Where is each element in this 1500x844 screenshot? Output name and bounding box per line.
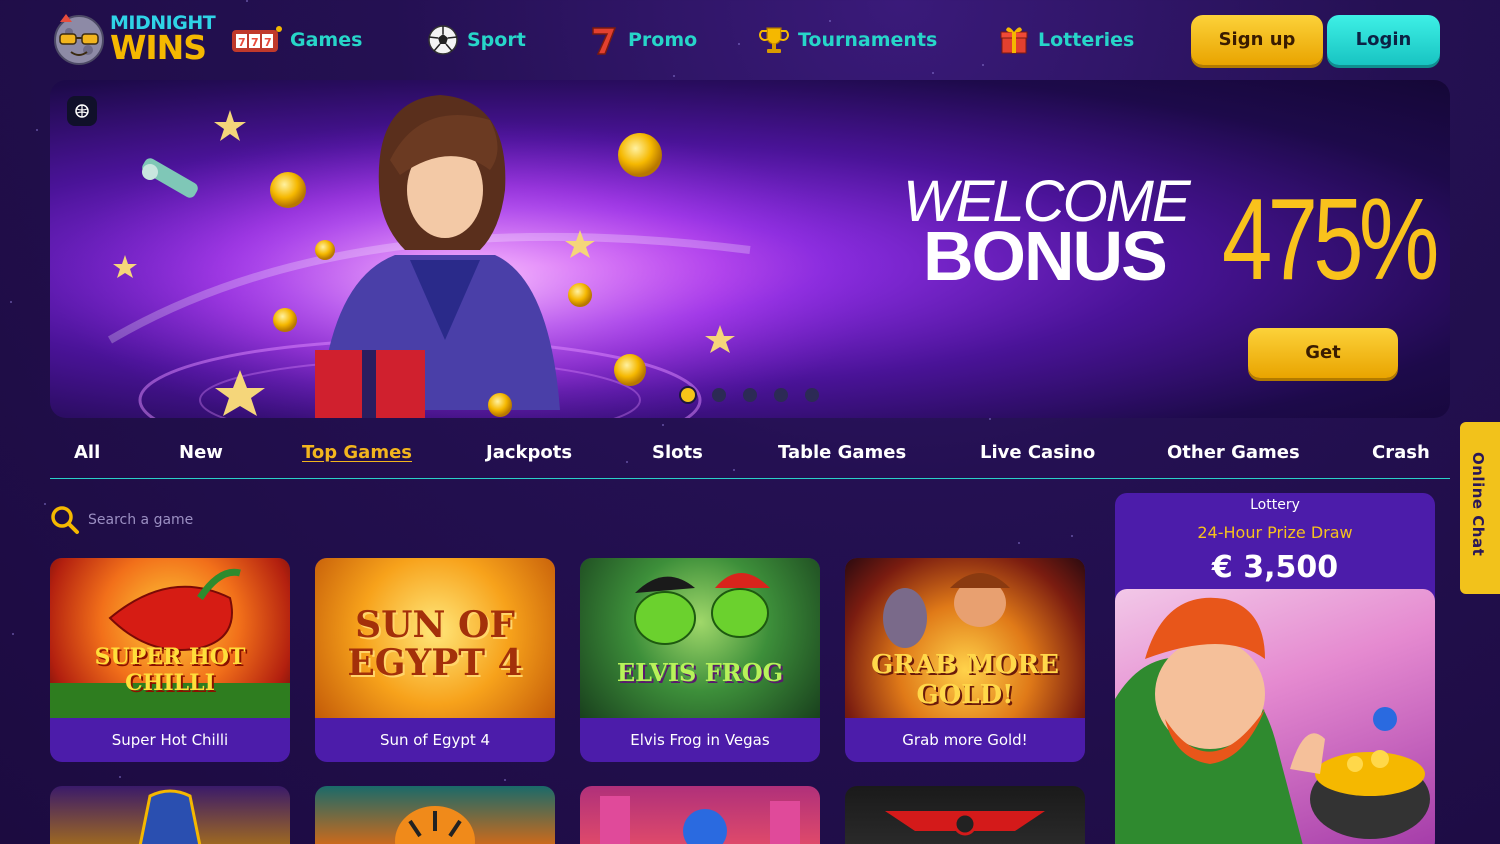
- get-bonus-button[interactable]: Get: [1248, 328, 1398, 378]
- game-art-logo: ELVIS FROG: [616, 658, 784, 687]
- game-title: Grab more Gold!: [902, 731, 1028, 749]
- nav-item-games[interactable]: 7 7 7 Games: [230, 24, 362, 56]
- banner-bonus-text: BONUS: [923, 217, 1168, 295]
- game-category-tabs: All New Top Games Jackpots Slots Table G…: [50, 430, 1450, 479]
- search-icon[interactable]: [50, 505, 80, 535]
- search-input[interactable]: [88, 512, 428, 528]
- welcome-bonus-banner[interactable]: WELCOME BONUS 475% Get: [50, 80, 1450, 418]
- tab-all[interactable]: All: [74, 442, 100, 463]
- moon-mascot-icon: [54, 14, 104, 65]
- online-chat-tab[interactable]: Online Chat: [1460, 422, 1500, 594]
- soccer-ball-icon: [428, 25, 458, 55]
- sign-up-button[interactable]: Sign up: [1191, 15, 1323, 65]
- game-art-logo: SUN OF EGYPT 4: [347, 604, 523, 684]
- site-header: MIDNIGHT WINS 7 7 7 Games Sport Promo To…: [0, 0, 1500, 80]
- background-star: [1018, 542, 1020, 544]
- nav-label-sport: Sport: [467, 29, 526, 51]
- background-star: [1071, 535, 1073, 537]
- nav-label-promo: Promo: [628, 29, 698, 51]
- game-card-elvis-frog-in-vegas[interactable]: ELVIS FROG Elvis Frog in Vegas: [580, 558, 820, 762]
- background-star: [662, 424, 664, 426]
- carousel-dot[interactable]: [743, 388, 757, 402]
- background-star: [36, 129, 38, 131]
- carousel-dot[interactable]: [774, 388, 788, 402]
- game-card-grab-more-gold[interactable]: GRAB MORE GOLD! Grab more Gold!: [845, 558, 1085, 762]
- leprechaun-art: [1115, 597, 1430, 844]
- carousel-dots: [681, 388, 819, 402]
- nav-label-tournaments: Tournaments: [798, 29, 938, 51]
- nav-item-lotteries[interactable]: Lotteries: [998, 24, 1134, 56]
- lucky-seven-icon: [592, 27, 617, 55]
- logo-text-wins: WINS: [110, 28, 207, 67]
- background-star: [504, 779, 506, 781]
- online-chat-label: Online Chat: [1469, 452, 1487, 557]
- lottery-prize-amount: € 3,500: [1211, 550, 1339, 585]
- game-thumbnail: SUN OF EGYPT 4: [315, 558, 555, 718]
- nav-label-games: Games: [290, 29, 363, 51]
- game-card-tiger[interactable]: [315, 786, 555, 844]
- lottery-label: Lottery: [1250, 497, 1300, 513]
- genie-art: [600, 796, 800, 844]
- svg-text:7: 7: [264, 36, 272, 49]
- background-star: [989, 418, 991, 420]
- tab-jackpots[interactable]: Jackpots: [486, 442, 572, 463]
- game-title: Sun of Egypt 4: [379, 731, 491, 749]
- midnight-wins-logo[interactable]: MIDNIGHT WINS: [52, 10, 222, 70]
- game-title: Super Hot Chilli: [111, 731, 229, 749]
- game-search: [50, 502, 450, 538]
- lottery-card[interactable]: Lottery 24-Hour Prize Draw € 3,500: [1115, 493, 1435, 844]
- tab-crash[interactable]: Crash: [1372, 442, 1430, 463]
- tiger-art: [395, 806, 475, 844]
- red-drone-art: [885, 811, 1045, 836]
- frog-characters-art: [634, 573, 770, 645]
- nav-label-lotteries: Lotteries: [1038, 29, 1135, 51]
- tab-slots[interactable]: Slots: [652, 442, 703, 463]
- brain-icon[interactable]: [67, 96, 97, 126]
- background-star: [44, 503, 46, 505]
- tab-top-games[interactable]: Top Games: [302, 442, 412, 463]
- game-thumbnail: GRAB MORE GOLD!: [845, 558, 1085, 718]
- background-star: [119, 776, 121, 778]
- carousel-dot[interactable]: [681, 388, 695, 402]
- game-card-super-hot-chilli[interactable]: SUPER HOT CHILLI Super Hot Chilli: [50, 558, 290, 762]
- tab-new[interactable]: New: [179, 442, 223, 463]
- login-button[interactable]: Login: [1327, 15, 1440, 65]
- game-title: Elvis Frog in Vegas: [630, 731, 770, 749]
- lottery-name: 24-Hour Prize Draw: [1197, 523, 1353, 542]
- svg-text:7: 7: [251, 36, 259, 49]
- lottery-image: [1115, 589, 1435, 844]
- trophy-icon: [759, 27, 789, 53]
- nav-item-sport[interactable]: Sport: [427, 24, 526, 56]
- svg-text:7: 7: [238, 36, 246, 49]
- game-art-logo: GRAB MORE GOLD!: [871, 650, 1059, 710]
- tab-other-games[interactable]: Other Games: [1167, 442, 1300, 463]
- background-star: [12, 633, 14, 635]
- game-thumbnail: SUPER HOT CHILLI: [50, 558, 290, 718]
- game-card-genie[interactable]: [580, 786, 820, 844]
- nav-item-tournaments[interactable]: Tournaments: [758, 24, 937, 56]
- tab-live-casino[interactable]: Live Casino: [980, 442, 1095, 463]
- carousel-dot[interactable]: [805, 388, 819, 402]
- gift-box-icon: [1000, 27, 1028, 54]
- game-card-pharaoh[interactable]: [50, 786, 290, 844]
- carousel-dot[interactable]: [712, 388, 726, 402]
- nav-item-promo[interactable]: Promo: [588, 24, 697, 56]
- game-card-sun-of-egypt-4[interactable]: SUN OF EGYPT 4 Sun of Egypt 4: [315, 558, 555, 762]
- pharaoh-art: [138, 789, 202, 844]
- tab-table-games[interactable]: Table Games: [778, 442, 906, 463]
- game-card-drone[interactable]: [845, 786, 1085, 844]
- game-thumbnail: ELVIS FROG: [580, 558, 820, 718]
- game-art-logo: SUPER HOT CHILLI: [94, 644, 246, 696]
- background-star: [10, 301, 12, 303]
- banner-bonus-percent: 475%: [1222, 174, 1439, 304]
- slot-machine-icon: 7 7 7: [232, 26, 282, 52]
